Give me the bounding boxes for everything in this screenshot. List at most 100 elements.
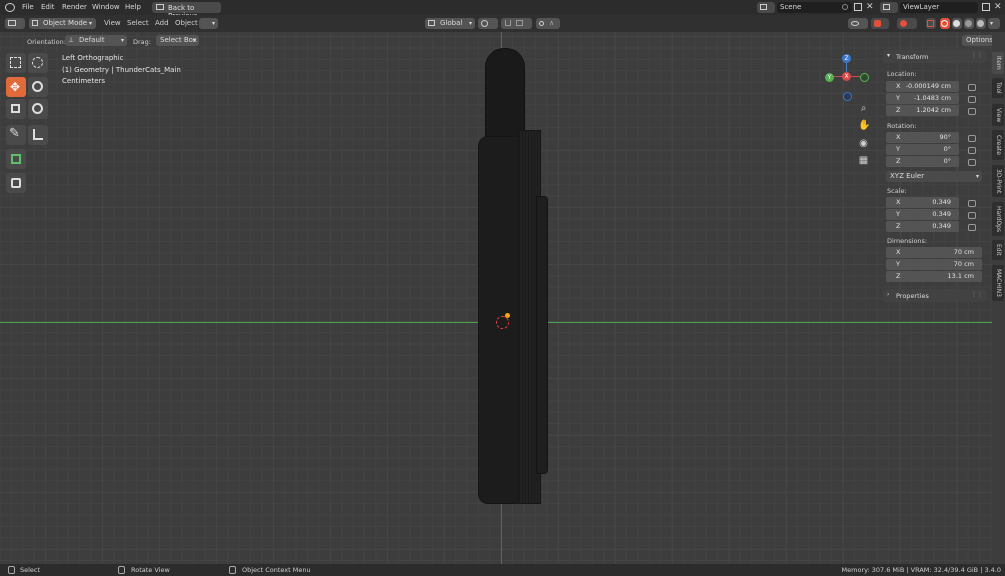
boxcutter-tool[interactable] (6, 173, 26, 193)
scene-name-field[interactable]: Scene (777, 2, 852, 13)
dimensions-y-field[interactable]: Y 70 cm (886, 259, 982, 270)
units-info: Centimeters (62, 77, 106, 85)
transform-tool[interactable] (28, 99, 48, 119)
rotate-tool[interactable] (28, 77, 48, 97)
menu-render[interactable]: Render (62, 3, 87, 11)
gizmo-z-ball[interactable]: Z (842, 54, 851, 63)
object-extras-dropdown[interactable]: ▾ (199, 18, 218, 29)
location-x-value: -0.000149 cm (905, 82, 951, 90)
location-y-field[interactable]: Y -1.0483 cm (886, 93, 959, 104)
rotation-z-field[interactable]: Z 0° (886, 156, 959, 167)
blender-logo-icon[interactable] (5, 3, 15, 12)
camera-icon[interactable]: ◉ (858, 138, 869, 149)
scale-z-field[interactable]: Z 0.349 (886, 221, 959, 232)
zoom-icon[interactable]: ⌕ (858, 103, 869, 114)
lock-icon[interactable] (968, 84, 976, 91)
rotation-x-field[interactable]: X 90° (886, 132, 959, 143)
tab-edit[interactable]: Edit (992, 240, 1004, 260)
tab-3d-print[interactable]: 3D-Print (992, 165, 1004, 197)
menu-file[interactable]: File (22, 3, 34, 11)
view-object-types-button[interactable] (848, 18, 868, 29)
lock-icon[interactable] (968, 224, 976, 231)
tab-view[interactable]: View (992, 104, 1004, 126)
mesh-object[interactable] (478, 48, 548, 504)
tab-create[interactable]: Create (992, 130, 1004, 160)
scale-x-field[interactable]: X 0.349 (886, 197, 959, 208)
shading-material-button[interactable] (964, 18, 974, 29)
annotate-tool[interactable]: ✎ (6, 125, 26, 145)
dimensions-x-field[interactable]: X 70 cm (886, 247, 982, 258)
back-to-previous-button[interactable]: Back to Previous (152, 2, 221, 20)
location-z-field[interactable]: Z 1.2042 cm (886, 105, 959, 116)
shading-rendered-button[interactable] (976, 18, 986, 29)
menu-edit[interactable]: Edit (41, 3, 55, 11)
select-box-tool[interactable] (6, 53, 26, 73)
properties-panel-header[interactable]: › Properties ⋮⋮ (883, 289, 987, 302)
scale-y-field[interactable]: Y 0.349 (886, 209, 959, 220)
snap-button[interactable] (501, 18, 532, 29)
shading-solid-button[interactable] (952, 18, 962, 29)
lock-icon[interactable] (968, 135, 976, 142)
pin-icon[interactable] (842, 4, 848, 10)
rotation-mode-dropdown[interactable]: XYZ Euler ▾ (886, 171, 982, 182)
rotation-label: Rotation: (887, 122, 917, 130)
drag-handle-icon[interactable]: ⋮⋮ (971, 291, 983, 298)
overlays-toggle-button[interactable] (897, 18, 917, 29)
lock-icon[interactable] (968, 212, 976, 219)
viewlayer-browse-button[interactable] (880, 2, 898, 13)
viewlayer-name-field[interactable]: ViewLayer (900, 2, 978, 13)
menu-help[interactable]: Help (125, 3, 141, 11)
lock-icon[interactable] (968, 96, 976, 103)
new-viewlayer-icon[interactable] (982, 3, 990, 11)
navigation-gizmo[interactable]: Z Y X (822, 54, 872, 104)
orientation-dropdown[interactable]: ⊥ Default ▾ (65, 35, 127, 46)
location-x-field[interactable]: X -0.000149 cm (886, 81, 959, 92)
delete-scene-icon[interactable]: ✕ (866, 2, 874, 12)
cursor-tool[interactable] (28, 53, 48, 73)
rotation-y-field[interactable]: Y 0° (886, 144, 959, 155)
menu-window[interactable]: Window (92, 3, 120, 11)
move-tool[interactable]: ✥ (6, 77, 26, 97)
gizmo-y-ball[interactable]: Y (825, 73, 834, 82)
proportional-editing-button[interactable]: ∧ (536, 18, 560, 29)
gizmo-toggle-button[interactable] (871, 18, 889, 29)
gizmo-neg-z-ball[interactable] (843, 92, 852, 101)
shading-wireframe-button[interactable] (940, 18, 950, 29)
scale-tool[interactable] (6, 99, 26, 119)
pan-hand-icon[interactable]: ✋ (858, 120, 870, 131)
tab-tool[interactable]: Tool (992, 78, 1004, 98)
tab-hardops[interactable]: HardOps (992, 202, 1004, 236)
tab-item[interactable]: Item (992, 52, 1004, 74)
measure-tool[interactable] (28, 125, 48, 145)
mode-dropdown[interactable]: Object Mode ▾ (29, 18, 96, 29)
new-scene-icon[interactable] (854, 3, 862, 11)
transform-panel-header[interactable]: ▾ Transform ⋮⋮ (883, 50, 987, 63)
orientation-value: Default (79, 36, 105, 44)
lock-icon[interactable] (968, 108, 976, 115)
grid-icon[interactable]: ▦ (858, 155, 869, 166)
menu-select[interactable]: Select (127, 19, 149, 27)
menu-add[interactable]: Add (155, 19, 169, 27)
drag-dropdown[interactable]: Select Box ▾ (156, 35, 199, 46)
delete-viewlayer-icon[interactable]: ✕ (994, 2, 1002, 12)
lock-icon[interactable] (968, 159, 976, 166)
lock-icon[interactable] (968, 200, 976, 207)
dimensions-z-field[interactable]: Z 13.1 cm (886, 271, 982, 282)
shading-options-dropdown[interactable]: ▾ (988, 18, 1000, 29)
editor-type-button[interactable] (5, 18, 25, 29)
menu-object[interactable]: Object (175, 19, 198, 27)
add-cube-tool[interactable] (6, 149, 26, 169)
3d-viewport[interactable]: Orientation: ⊥ Default ▾ Drag: Select Bo… (0, 32, 992, 564)
lock-icon[interactable] (968, 147, 976, 154)
scene-browse-button[interactable] (757, 2, 775, 13)
gizmo-neg-y-ball[interactable] (860, 73, 869, 82)
drag-handle-icon[interactable]: ⋮⋮ (971, 52, 983, 59)
options-dropdown[interactable]: Options ▾ (962, 35, 992, 46)
pivot-point-button[interactable] (478, 18, 498, 29)
tab-machin3[interactable]: MACHIN3 (992, 265, 1004, 301)
gizmo-x-ball[interactable]: X (842, 72, 851, 81)
xray-toggle-button[interactable] (926, 18, 936, 29)
menu-view[interactable]: View (104, 19, 121, 27)
axis-label: X (896, 198, 901, 206)
transform-orientation-dropdown[interactable]: Global ▾ (425, 18, 475, 29)
